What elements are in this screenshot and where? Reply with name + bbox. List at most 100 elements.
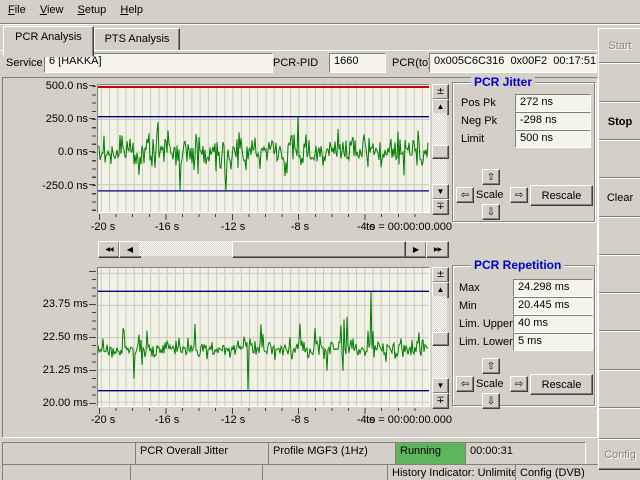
- jitter-yscale-expand-button[interactable]: ±: [432, 84, 449, 100]
- jitter-scale-label: Scale: [476, 189, 504, 201]
- status-state: Running: [395, 442, 468, 465]
- double-left-arrow-icon: ◀◀: [105, 246, 112, 254]
- rep-yscale-expand-button[interactable]: ±: [432, 267, 449, 283]
- clear-button[interactable]: Clear: [598, 178, 640, 218]
- rep-rescale-button[interactable]: Rescale: [530, 374, 593, 395]
- jitter-xtick-2: -16 s: [147, 221, 187, 233]
- rep-scale-down-button[interactable]: ⇩: [482, 393, 500, 409]
- jitter-x-end-label: to = 00:00:00.000: [352, 221, 452, 233]
- rep-scale-label: Scale: [476, 378, 504, 390]
- blank-button-8[interactable]: [598, 408, 640, 440]
- status2-blank-1: [2, 464, 133, 480]
- rep-ytick-2375: 23.75 ms: [24, 298, 88, 310]
- jitter-vscroll-thumb[interactable]: [432, 145, 449, 159]
- status-profile: Profile MGF3 (1Hz): [268, 442, 398, 465]
- pos-pk-field: 272 ns: [515, 94, 591, 112]
- minus-plus-icon: ∓: [436, 397, 444, 405]
- config-button[interactable]: Config: [598, 439, 640, 470]
- up-open-arrow-icon: ⇧: [487, 172, 495, 183]
- blank-button-7[interactable]: [598, 370, 640, 409]
- jitter-scroll-down-button[interactable]: ▼: [432, 184, 449, 200]
- scroll-up-icon: ▲: [437, 103, 445, 111]
- jitter-ytick-0: 0.0 ns: [24, 146, 88, 158]
- rep-xtick-2: -16 s: [147, 414, 187, 426]
- tab-pcr-analysis[interactable]: PCR Analysis: [3, 26, 94, 57]
- status2-blank-3: [262, 464, 390, 480]
- blank-button-2[interactable]: [598, 140, 640, 179]
- lim-lower-field: 5 ms: [513, 333, 593, 351]
- blank-button-5[interactable]: [598, 293, 640, 332]
- blank-button-4[interactable]: [598, 255, 640, 294]
- hscroll-right-button[interactable]: ▶: [405, 241, 427, 258]
- rep-xtick-3: -12 s: [213, 414, 253, 426]
- hscroll-far-left-button[interactable]: ◀◀: [98, 241, 120, 258]
- jitter-ytick-500: 500.0 ns: [24, 80, 88, 92]
- service-label: Service: [6, 57, 43, 69]
- status-overall-jitter: PCR Overall Jitter: [135, 442, 271, 465]
- jitter-yscale-compress-button[interactable]: ∓: [432, 199, 449, 215]
- status2-blank-2: [130, 464, 265, 480]
- lim-upper-field: 40 ms: [513, 315, 593, 333]
- limit-field: 500 ns: [515, 130, 591, 148]
- rep-xtick-1: -20 s: [83, 414, 123, 426]
- max-field: 24.298 ms: [513, 279, 593, 297]
- menu-help[interactable]: Help: [120, 0, 143, 19]
- pcr-to-field: 0x005C6C316 0x00F2 00:17:51: [429, 53, 597, 73]
- jitter-scale-down-button[interactable]: ⇩: [482, 204, 500, 220]
- jitter-yticks-major: [89, 85, 95, 212]
- jitter-scale-right-button[interactable]: ⇨: [510, 187, 528, 203]
- hscroll-left-button[interactable]: ◀: [119, 241, 141, 258]
- pcr-jitter-panel: PCR Jitter Pos Pk 272 ns Neg Pk -298 ns …: [452, 82, 595, 222]
- menu-view[interactable]: View: [40, 0, 64, 19]
- jitter-scale-left-button[interactable]: ⇦: [456, 187, 474, 203]
- blank-button-6[interactable]: [598, 331, 640, 371]
- pcr-repetition-panel: PCR Repetition Max 24.298 ms Min 20.445 …: [452, 265, 595, 406]
- pcr-jitter-panel-title: PCR Jitter: [471, 75, 535, 89]
- hscroll-thumb[interactable]: [232, 241, 406, 258]
- jitter-rescale-button[interactable]: Rescale: [530, 185, 593, 206]
- left-open-arrow-icon: ⇦: [461, 190, 469, 201]
- rep-ytick-2125: 21.25 ms: [24, 364, 88, 376]
- left-arrow-icon: ◀: [127, 246, 133, 254]
- pos-pk-label: Pos Pk: [461, 97, 496, 109]
- stop-button[interactable]: Stop: [598, 102, 640, 141]
- blank-button-1[interactable]: [598, 63, 640, 103]
- rep-ytick-2250: 22.50 ms: [24, 331, 88, 343]
- rep-scale-right-button[interactable]: ⇨: [510, 376, 528, 392]
- application-window: File View Setup Help PCR Analysis PTS An…: [0, 0, 640, 480]
- rep-scroll-down-button[interactable]: ▼: [432, 378, 449, 394]
- right-open-arrow-icon: ⇨: [515, 379, 523, 390]
- repetition-chart-plot: [97, 267, 430, 407]
- limit-label: Limit: [461, 133, 484, 145]
- rep-ytick-2000: 20.00 ms: [24, 397, 88, 409]
- status-blank-1: [2, 442, 138, 465]
- hscroll-far-right-button[interactable]: ▶▶: [426, 241, 449, 258]
- jitter-ytick-neg250: -250.0 ns: [24, 180, 88, 192]
- jitter-xtick-4: -8 s: [280, 221, 320, 233]
- start-button[interactable]: Start: [598, 28, 640, 64]
- down-open-arrow-icon: ⇩: [487, 207, 495, 218]
- blank-button-3[interactable]: [598, 217, 640, 256]
- min-field: 20.445 ms: [513, 297, 593, 315]
- menu-file[interactable]: File: [8, 0, 26, 19]
- rep-vscroll-thumb[interactable]: [432, 332, 449, 346]
- rep-scale-up-button[interactable]: ⇧: [482, 358, 500, 374]
- pcr-repetition-panel-title: PCR Repetition: [471, 258, 564, 272]
- plus-minus-icon: ±: [436, 88, 444, 96]
- neg-pk-label: Neg Pk: [461, 115, 497, 127]
- status-history-indicator: History Indicator: Unlimited: [387, 464, 518, 480]
- jitter-xtick-3: -12 s: [213, 221, 253, 233]
- jitter-scale-up-button[interactable]: ⇧: [482, 169, 500, 185]
- rep-scale-left-button[interactable]: ⇦: [456, 376, 474, 392]
- scroll-down-icon: ▼: [437, 188, 445, 196]
- menu-bar: File View Setup Help: [0, 0, 640, 24]
- jitter-xticks-major: [99, 214, 429, 220]
- rep-yscale-compress-button[interactable]: ∓: [432, 393, 449, 409]
- jitter-xtick-1: -20 s: [83, 221, 123, 233]
- lim-upper-label: Lim. Upper: [459, 318, 513, 330]
- menu-setup[interactable]: Setup: [78, 0, 107, 19]
- status-elapsed-time: 00:00:31: [465, 442, 586, 465]
- right-arrow-icon: ▶: [413, 246, 419, 254]
- rep-xtick-4: -8 s: [280, 414, 320, 426]
- minus-plus-icon: ∓: [436, 203, 444, 211]
